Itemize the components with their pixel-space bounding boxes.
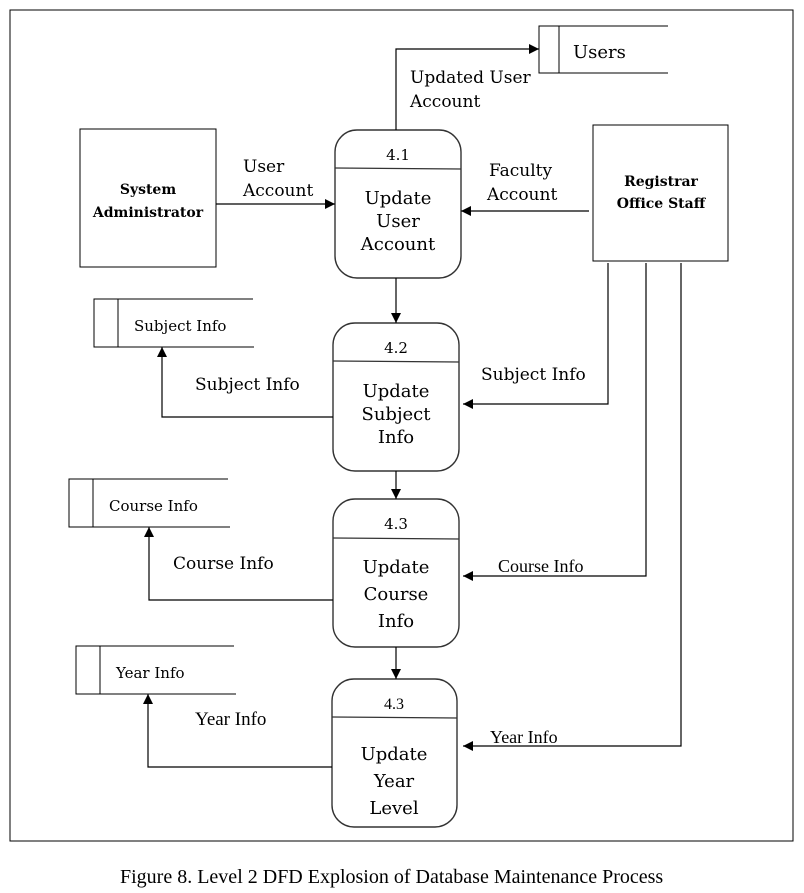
process-label-line: User [376, 211, 420, 232]
process-label-line: Subject [362, 404, 432, 425]
flow-label: User [243, 157, 285, 177]
flow-label: Subject Info [481, 365, 586, 385]
flow-label: Year Info [490, 727, 558, 747]
datastore-subject-info[interactable]: Subject Info [93, 298, 254, 348]
flow-faculty-account: Faculty Account [461, 161, 589, 216]
process-label-line: Update [363, 557, 430, 578]
process-number: 4.1 [386, 146, 410, 164]
flow-subject-info-in: Subject Info [463, 263, 609, 409]
flow-user-account: User Account [216, 157, 335, 209]
process-number: 4.3 [384, 515, 408, 533]
flow-label: Account [486, 185, 557, 205]
flow-year-info-in: Year Info [463, 263, 682, 751]
flow-label: Course Info [173, 554, 274, 574]
flow-label: Year Info [195, 709, 266, 730]
datastore-label: Course Info [109, 497, 198, 515]
process-number: 4.3 [384, 696, 404, 713]
datastore-year-info[interactable]: Year Info [75, 645, 236, 695]
entity-label-line: Registrar [624, 174, 698, 190]
entity-label-line: System [120, 182, 177, 198]
process-label-line: Update [361, 744, 428, 765]
flow-label: Course Info [498, 556, 583, 576]
flow-label: Updated User [410, 68, 532, 88]
process-label-line: Year [373, 771, 415, 792]
datastore-label: Year Info [115, 664, 185, 682]
entity-system-administrator[interactable]: System Administrator [79, 128, 217, 268]
process-label-line: Info [378, 611, 414, 632]
flow-subject-info-out: Subject Info [157, 347, 333, 418]
process-label-line: Course [364, 584, 429, 605]
process-label-line: Info [378, 427, 414, 448]
flow-course-info-in: Course Info [463, 263, 647, 581]
figure-caption: Figure 8. Level 2 DFD Explosion of Datab… [120, 866, 663, 888]
flow-label: Account [242, 181, 313, 201]
datastore-users[interactable]: Users [538, 25, 668, 74]
datastore-label: Subject Info [134, 317, 226, 335]
process-4-1[interactable]: 4.1 Update User Account [334, 129, 462, 279]
process-4-2[interactable]: 4.2 Update Subject Info [332, 322, 460, 472]
dfd-diagram: System Administrator Registrar Office St… [9, 9, 794, 888]
flow-label: Faculty [489, 161, 553, 181]
flow-year-info-out: Year Info [143, 694, 332, 768]
entity-label-line: Administrator [92, 205, 204, 221]
process-label-line: Account [360, 234, 436, 255]
process-label-line: Level [369, 798, 418, 819]
flow-label: Account [409, 92, 480, 112]
entity-label-line: Office Staff [617, 196, 707, 212]
entity-registrar-office-staff[interactable]: Registrar Office Staff [592, 124, 729, 262]
flow-label: Subject Info [195, 375, 300, 395]
process-label-line: Update [365, 188, 432, 209]
process-number: 4.2 [384, 339, 408, 357]
process-4-3-year[interactable]: 4.3 Update Year Level [331, 678, 458, 828]
process-label-line: Update [363, 381, 430, 402]
datastore-course-info[interactable]: Course Info [68, 478, 230, 528]
datastore-label: Users [573, 42, 626, 63]
flow-updated-user-account: Updated User Account [395, 44, 539, 130]
process-4-3-course[interactable]: 4.3 Update Course Info [332, 498, 460, 648]
flow-course-info-out: Course Info [144, 527, 333, 601]
